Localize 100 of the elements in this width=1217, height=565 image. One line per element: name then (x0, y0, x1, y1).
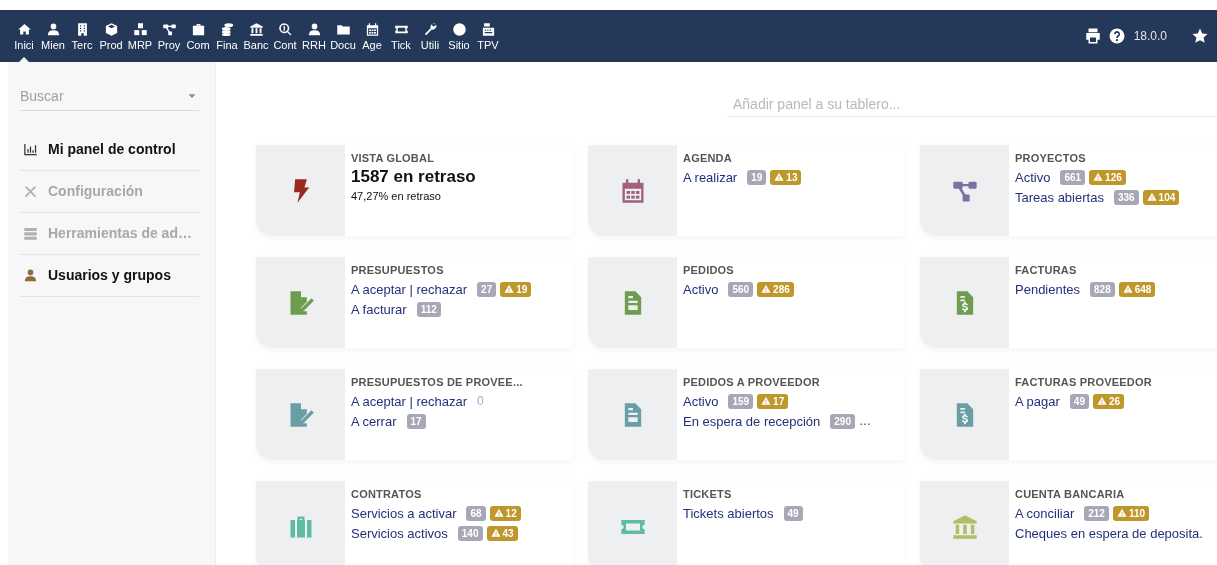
star-icon (1191, 27, 1209, 45)
card-link[interactable]: A realizar (683, 169, 738, 185)
warning-badge: 26 (1092, 393, 1125, 409)
app-menu-item[interactable]: Banc (242, 10, 270, 62)
count-badge: 17 (406, 413, 426, 429)
card-link[interactable]: A facturar (351, 301, 407, 317)
card-title: FACTURAS (1015, 264, 1078, 276)
warning-badge: 17 (757, 393, 789, 409)
warning-icon (1116, 508, 1127, 518)
app-menu-item[interactable]: MRP (126, 10, 154, 62)
card-link[interactable]: A aceptar | rechazar (351, 393, 468, 409)
card-link[interactable]: Tickets abiertos (683, 505, 774, 521)
app-menu-item[interactable]: Tick (387, 10, 415, 62)
app-menu-item[interactable]: TPV (474, 10, 502, 62)
warning-badge: 19 (500, 281, 532, 297)
user-icon (45, 21, 61, 37)
count-badge: 112 (416, 301, 441, 317)
card-title: CUENTA BANCARIA (1015, 488, 1126, 500)
count-badge: 19 (747, 169, 767, 185)
late-count: 1587 en retraso (351, 167, 477, 187)
bank-icon (248, 21, 264, 37)
card-link[interactable]: Activo (1015, 169, 1051, 185)
bar-chart-icon (23, 141, 38, 157)
cubes-icon (132, 21, 148, 37)
sidebar-item[interactable]: Mi panel de control (20, 129, 199, 171)
warning-badge: 104 (1142, 189, 1180, 205)
app-menu-item[interactable]: Com (184, 10, 212, 62)
print-icon (1083, 27, 1102, 45)
app-menu-item[interactable]: Proy (155, 10, 183, 62)
app-menu-item[interactable]: Fina (213, 10, 241, 62)
app-menu-item[interactable]: Utili (416, 10, 444, 62)
warning-badge: 12 (489, 505, 521, 521)
count-badge: 49 (783, 505, 803, 521)
card-link[interactable]: Tareas abiertas (1015, 189, 1104, 205)
card-link[interactable]: Pendientes (1015, 281, 1081, 297)
card-link[interactable]: Activo (683, 281, 719, 297)
cube-icon (103, 21, 119, 37)
count-badge: 68 (466, 505, 486, 521)
card-title: CONTRATOS (351, 488, 423, 500)
warning-icon (493, 508, 504, 518)
card-link[interactable]: En espera de recepción (683, 413, 821, 429)
card-link[interactable]: Servicios a activar (351, 505, 457, 521)
warning-icon (774, 172, 785, 182)
card-title: PRESUPUESTOS DE PROVEE... (351, 376, 524, 388)
card-link[interactable]: Activo (683, 393, 719, 409)
card-link[interactable]: A pagar (1015, 393, 1060, 409)
app-menu-item[interactable]: Cont (271, 10, 299, 62)
app-menu-item[interactable]: Prod (97, 10, 125, 62)
card-title: VISTA GLOBAL (351, 152, 436, 164)
count-badge: 159 (728, 393, 754, 409)
card-link[interactable]: Servicios activos (351, 525, 448, 541)
warning-icon (504, 284, 515, 294)
app-menu-item[interactable]: Terc (68, 10, 96, 62)
help-icon (1107, 27, 1126, 45)
warning-badge: 13 (770, 169, 802, 185)
count-badge: 290 (830, 413, 855, 429)
count-badge: 661 (1060, 169, 1086, 185)
overflow-mark: … (859, 414, 871, 428)
app-menu-item[interactable]: Sitio (445, 10, 473, 62)
server-icon (23, 225, 38, 241)
coins-icon (219, 21, 235, 37)
card-title: TICKETS (683, 488, 733, 500)
late-percentage: 47,27% en retraso (351, 190, 442, 202)
card-link[interactable]: A aceptar | rechazar (351, 281, 468, 297)
card-link[interactable]: Cheques en espera de deposita. (1015, 525, 1203, 541)
count-badge: 212 (1084, 505, 1109, 521)
search-field[interactable]: Buscar (20, 88, 170, 104)
user-icon (306, 21, 322, 37)
app-menu-item[interactable]: Age (358, 10, 386, 62)
card-title: PRESUPUESTOS (351, 264, 445, 276)
briefcase-icon (190, 21, 206, 37)
warning-badge: 43 (486, 525, 518, 541)
search-icon (277, 21, 293, 37)
calendar-icon (364, 21, 380, 37)
home-icon (16, 21, 32, 37)
app-menu-item[interactable]: RRH (300, 10, 328, 62)
warning-badge: 286 (757, 281, 794, 297)
warning-icon (1146, 192, 1157, 202)
warning-badge: 648 (1118, 281, 1156, 297)
card-title: PEDIDOS (683, 264, 735, 276)
card-title: AGENDA (683, 152, 733, 164)
warning-icon (1096, 396, 1107, 406)
card-link[interactable]: A cerrar (351, 413, 397, 429)
warning-icon (490, 528, 501, 538)
caret-icon (187, 91, 197, 101)
warning-icon (761, 396, 772, 406)
count-badge: 560 (728, 281, 754, 297)
app-menu-item[interactable]: Mien (39, 10, 67, 62)
sidebar-item[interactable]: Usuarios y grupos (20, 255, 199, 297)
card-title: FACTURAS PROVEEDOR (1015, 376, 1153, 388)
app-menu-item[interactable]: Docu (329, 10, 357, 62)
card-title: PROYECTOS (1015, 152, 1087, 164)
card-link[interactable]: A conciliar (1015, 505, 1075, 521)
count: 0 (477, 394, 484, 408)
warning-icon (761, 284, 772, 294)
warning-icon (1093, 172, 1104, 182)
count-badge: 27 (477, 281, 497, 297)
card-title: PEDIDOS A PROVEEDOR (683, 376, 821, 388)
warning-badge: 110 (1112, 505, 1150, 521)
count-badge: 140 (457, 525, 483, 541)
